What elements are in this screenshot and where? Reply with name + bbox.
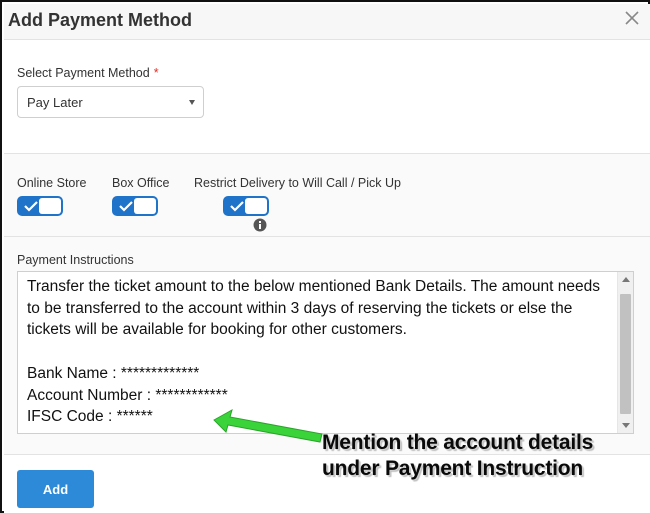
scrollbar-thumb[interactable] [620,294,631,414]
payment-method-select[interactable]: Pay Later [17,86,204,118]
box-office-toggle[interactable] [112,196,158,216]
restrict-delivery-toggle[interactable] [223,196,269,216]
payment-method-section: Select Payment Method * Pay Later [4,40,650,154]
caret-down-icon [189,100,195,105]
payment-method-label: Select Payment Method * [17,66,159,80]
online-store-toggle[interactable] [17,196,63,216]
arrow-icon [213,408,323,443]
restrict-delivery-label: Restrict Delivery to Will Call / Pick Up [194,176,401,190]
toggle-knob [134,198,156,214]
payment-instructions-text: Transfer the ticket amount to the below … [27,278,600,426]
check-icon [119,201,133,212]
annotation-callout: Mention the account details under Paymen… [322,430,593,482]
channel-toggles-section: Online Store Box Office Restrict Deliver… [4,154,650,237]
online-store-label: Online Store [17,176,87,190]
box-office-label: Box Office [112,176,170,190]
modal-title: Add Payment Method [8,10,193,30]
scroll-up-icon[interactable] [622,277,630,282]
add-button[interactable]: Add [17,470,94,508]
check-icon [230,201,244,212]
payment-method-value: Pay Later [27,95,83,110]
info-icon[interactable] [253,218,267,232]
toggle-knob [245,198,267,214]
modal-header: Add Payment Method [4,4,650,40]
annotation-line-1: Mention the account details [322,431,594,454]
annotation-line-2: under Payment Instruction [322,457,584,480]
payment-instructions-label: Payment Instructions [17,253,134,267]
textarea-scrollbar[interactable] [617,272,633,433]
check-icon [24,201,38,212]
required-marker: * [153,66,159,80]
scroll-down-icon[interactable] [622,423,630,428]
toggle-knob [39,198,61,214]
close-icon[interactable] [622,8,642,28]
